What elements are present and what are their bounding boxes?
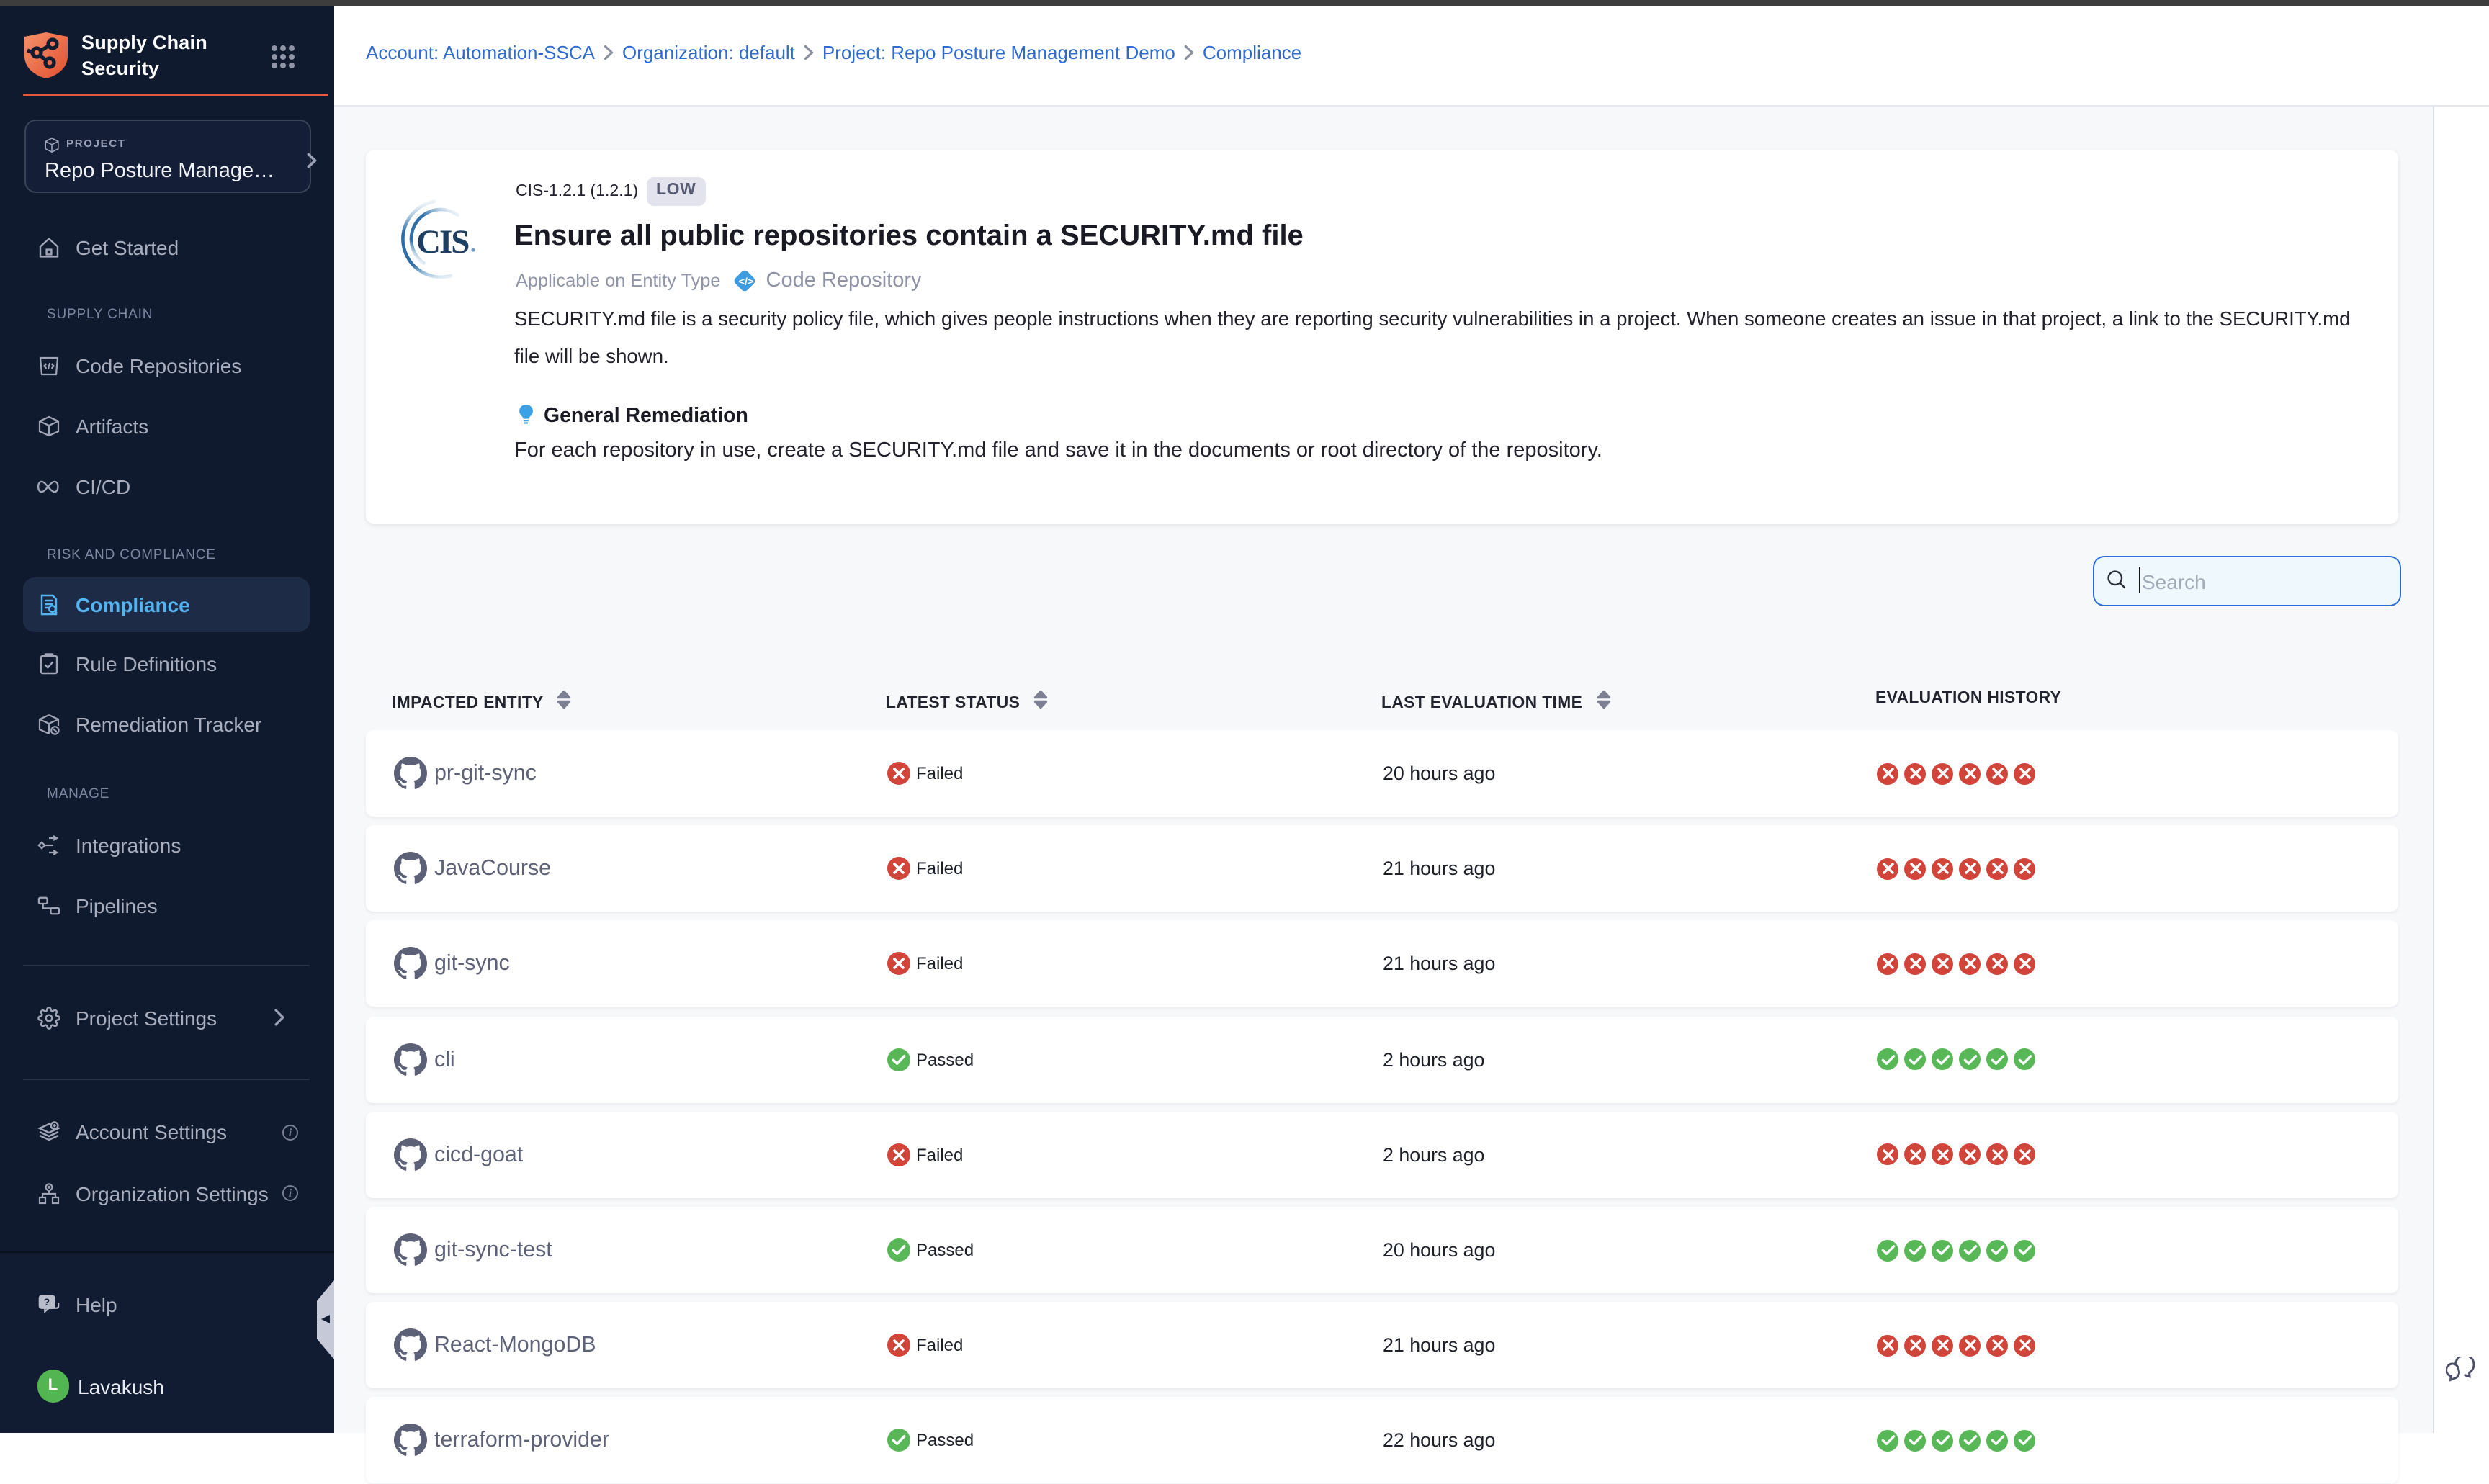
svg-text:</>: </> <box>739 275 754 287</box>
svg-text:CIS: CIS <box>416 223 469 261</box>
svg-text:?: ? <box>44 1296 50 1308</box>
